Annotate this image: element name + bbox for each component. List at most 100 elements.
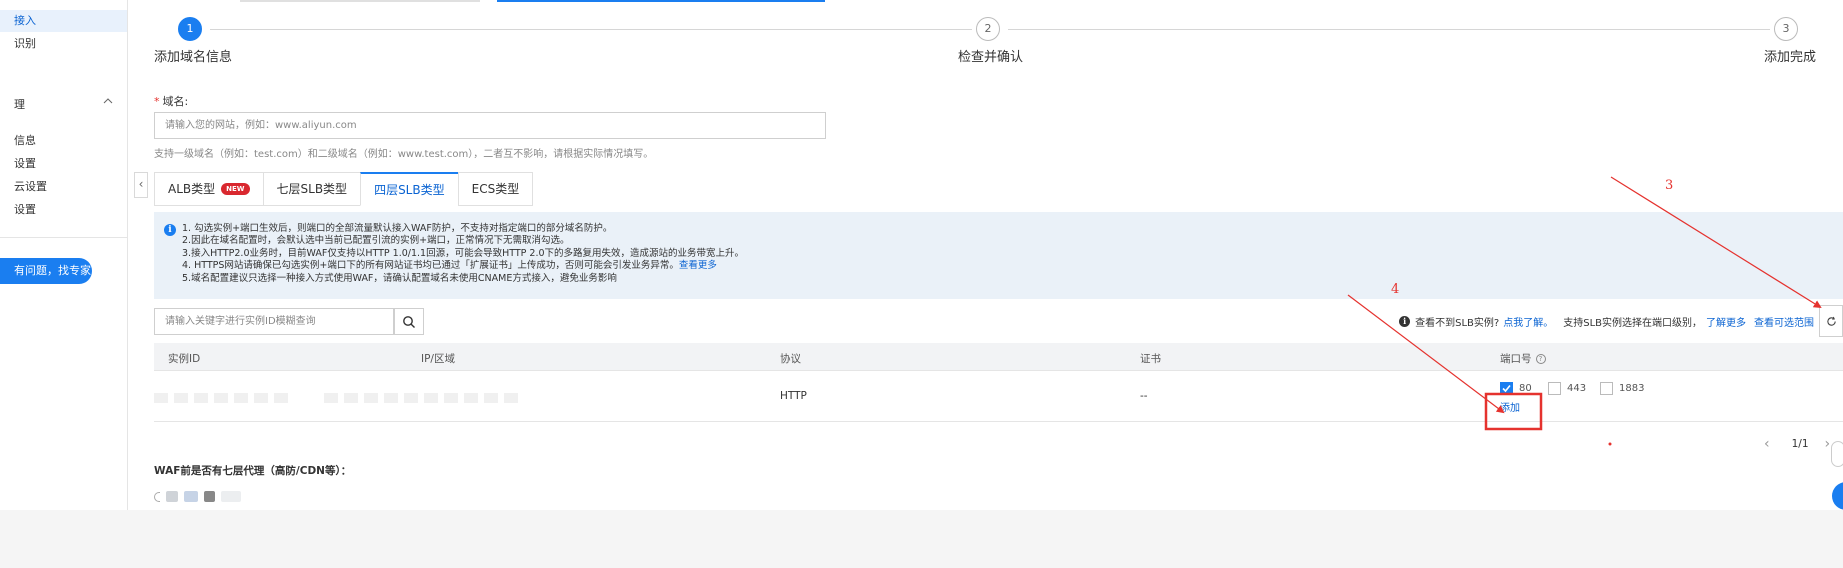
sidebar-item-settings[interactable]: 设置	[0, 153, 127, 175]
instance-search-input[interactable]	[154, 308, 394, 335]
top-tab-underline	[240, 0, 480, 2]
info-filled-icon: i	[1399, 316, 1411, 327]
certificate-cell: --	[1140, 390, 1148, 402]
search-button[interactable]	[394, 308, 424, 335]
col-instance-id: 实例ID	[168, 353, 201, 365]
required-mark: *	[154, 95, 160, 108]
chevron-left-icon: ‹	[138, 177, 144, 191]
domain-label-text: 域名:	[162, 95, 189, 108]
sidebar-item-access[interactable]: 接入	[0, 10, 127, 32]
port-443-label: 443	[1567, 383, 1587, 394]
step-3-label: 添加完成	[1764, 50, 1817, 65]
slb-help-bar: i 查看不到SLB实例? 点我了解。 支持SLB实例选择在端口级别， 了解更多 …	[1399, 314, 1814, 329]
slb-question-text: 查看不到SLB实例?	[1415, 318, 1500, 329]
add-port-link[interactable]: 添加	[1500, 399, 1520, 414]
tab-l4-slb-label: 四层SLB类型	[374, 182, 445, 197]
chevron-up-icon[interactable]	[103, 96, 113, 106]
tab-ecs-label: ECS类型	[471, 182, 520, 196]
option-redacted-3	[204, 491, 215, 502]
table-header: 实例ID IP/区域 协议 证书 端口号?	[154, 343, 1843, 371]
step-1-circle: 1	[178, 17, 202, 41]
proxy-options[interactable]	[154, 491, 241, 502]
col-port-label: 端口号	[1500, 353, 1532, 365]
tab-l7-slb[interactable]: 七层SLB类型	[262, 172, 362, 206]
step-3-circle: 3	[1774, 17, 1798, 41]
floating-scroll-handle[interactable]	[1831, 441, 1843, 467]
option-redacted-4	[221, 491, 241, 502]
tab-ecs[interactable]: ECS类型	[457, 172, 534, 206]
notice-line-5: 5.域名配置建议只选择一种接入方式使用WAF，请确认配置域名未使用CNAME方式…	[182, 272, 617, 284]
port-80-label: 80	[1519, 383, 1532, 394]
instance-id-redacted	[154, 393, 294, 403]
tab-l4-slb[interactable]: 四层SLB类型	[360, 172, 459, 206]
sidebar-item-identify[interactable]: 识别	[0, 33, 127, 55]
notice-box: i 1. 勾选实例+端口生效后，则端口的全部流量默认接入WAF防护，不支持对指定…	[154, 212, 1843, 299]
domain-label: * 域名:	[154, 93, 188, 109]
sidebar-collapse-button[interactable]: ‹	[134, 172, 148, 198]
sidebar: 接入 识别 理 信息 设置 云设置 设置 有问题，找专家	[0, 0, 128, 510]
table-row: HTTP -- 80 443 1883 添加	[154, 371, 1843, 422]
notice-line-2: 2.因此在域名配置时，会默认选中当前已配置引流的实例+端口，正常情况下无需取消勾…	[182, 235, 570, 247]
tab-alb-label: ALB类型	[168, 182, 216, 196]
refresh-icon	[1826, 316, 1836, 326]
proxy-question: WAF前是否有七层代理（高防/CDN等）：	[154, 465, 352, 477]
check-icon	[1502, 384, 1511, 393]
pagination: ‹ 1/1 ›	[1764, 436, 1830, 452]
floating-help-button[interactable]	[1832, 482, 1843, 510]
col-certificate: 证书	[1140, 353, 1161, 365]
see-more-link[interactable]: 查看更多	[679, 260, 717, 271]
checkbox-port-80[interactable]	[1500, 382, 1513, 395]
prev-page-icon[interactable]: ‹	[1764, 436, 1770, 452]
port-1883-option[interactable]: 1883	[1600, 382, 1644, 395]
port-1883-label: 1883	[1619, 383, 1645, 394]
ip-region-redacted	[324, 393, 524, 403]
notice-line-1: 1. 勾选实例+端口生效后，则端口的全部流量默认接入WAF防护，不支持对指定端口…	[182, 223, 613, 234]
ask-expert-button[interactable]: 有问题，找专家	[0, 258, 92, 284]
domain-input[interactable]	[154, 112, 826, 139]
col-protocol: 协议	[780, 353, 801, 365]
notice-line-4-text: 4. HTTPS网站请确保已勾选实例+端口下的所有网站证书均已通过「扩展证书」上…	[182, 260, 679, 272]
protocol-cell: HTTP	[780, 390, 807, 402]
option-redacted-1	[166, 491, 178, 502]
learn-more-link[interactable]: 了解更多	[1706, 314, 1746, 329]
next-page-icon[interactable]: ›	[1825, 436, 1831, 452]
annotation-number-3: 3	[1665, 178, 1674, 193]
sidebar-divider	[0, 237, 127, 238]
checkbox-port-443[interactable]	[1548, 382, 1561, 395]
top-tab-active-underline	[497, 0, 825, 2]
help-icon[interactable]: ?	[1535, 354, 1546, 364]
step-1-label: 添加域名信息	[154, 50, 233, 65]
step-2-circle: 2	[976, 17, 1000, 41]
slb-port-level-text: 支持SLB实例选择在端口级别，	[1563, 318, 1702, 329]
notice-text: 1. 勾选实例+端口生效后，则端口的全部流量默认接入WAF防护，不支持对指定端口…	[182, 223, 744, 285]
learn-link[interactable]: 点我了解。	[1503, 314, 1553, 329]
step-2-label: 检查并确认	[958, 50, 1024, 65]
view-scope-link[interactable]: 查看可选范围	[1754, 314, 1814, 329]
annotation-number-4: 4	[1391, 282, 1400, 297]
col-port: 端口号?	[1500, 351, 1546, 366]
search-icon	[403, 315, 415, 328]
sidebar-item-cloud-settings[interactable]: 云设置	[0, 176, 127, 198]
port-443-option[interactable]: 443	[1548, 382, 1586, 395]
tab-l7-slb-label: 七层SLB类型	[276, 182, 348, 196]
access-type-tabs: ALB类型 NEW 七层SLB类型 四层SLB类型 ECS类型	[154, 172, 534, 206]
annotation-dot	[1608, 442, 1612, 446]
tab-alb[interactable]: ALB类型 NEW	[154, 172, 264, 206]
col-ip-region: IP/区域	[421, 353, 455, 365]
new-badge: NEW	[221, 183, 250, 195]
port-80-option[interactable]: 80	[1500, 382, 1532, 395]
info-icon: i	[164, 224, 176, 236]
sidebar-item-info[interactable]: 信息	[0, 130, 127, 152]
page-indicator: 1/1	[1791, 438, 1809, 450]
domain-hint: 支持一级域名（例如：test.com）和二级域名（例如：www.test.com…	[154, 149, 654, 160]
notice-line-3: 3.接入HTTP2.0业务时，目前WAF仅支持以HTTP 1.0/1.1回源，可…	[182, 247, 745, 259]
step-connector-1	[210, 29, 972, 30]
page-footer-area	[0, 510, 1843, 568]
radio-icon[interactable]	[154, 491, 160, 502]
checkbox-port-1883[interactable]	[1600, 382, 1613, 395]
sidebar-item-settings-2[interactable]: 设置	[0, 199, 127, 221]
notice-line-4: 4. HTTPS网站请确保已勾选实例+端口下的所有网站证书均已通过「扩展证书」上…	[182, 260, 744, 272]
refresh-button[interactable]	[1819, 305, 1843, 337]
option-redacted-2	[184, 491, 198, 502]
step-connector-2	[1008, 29, 1770, 30]
